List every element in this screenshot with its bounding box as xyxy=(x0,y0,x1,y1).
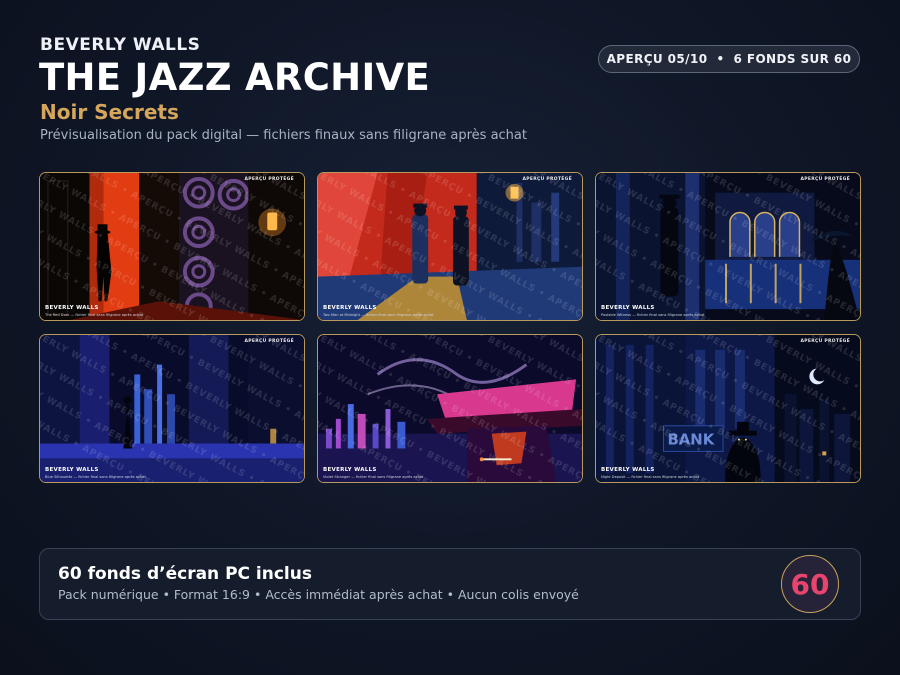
protected-preview-tag: APERÇU PROTÉGÉ xyxy=(244,339,294,344)
collection-subtitle: Noir Secrets xyxy=(40,100,179,124)
card-brand: BEVERLY WALLS xyxy=(323,467,377,473)
card-brand: BEVERLY WALLS xyxy=(601,467,655,473)
preview-grid: BEVERLY WALLS • APERÇU • BEVERLY WALLS •… xyxy=(39,172,861,484)
card-brand: BEVERLY WALLS xyxy=(323,305,377,311)
bank-sign-text: BANK xyxy=(667,432,714,449)
protected-preview-tag: APERÇU PROTÉGÉ xyxy=(800,339,850,344)
card-brand: BEVERLY WALLS xyxy=(601,305,655,311)
pack-details: Pack numérique • Format 16:9 • Accès imm… xyxy=(58,587,579,602)
card-caption: Blue Silhouette — fichier final sans fil… xyxy=(45,475,146,479)
preview-counter: APERÇU 05/10 xyxy=(606,52,708,66)
wallpaper-card-6[interactable]: BANK BEVERLY WALLS • APERÇU • BEVERLY WA… xyxy=(595,334,861,483)
wallpaper-card-3[interactable]: BEVERLY WALLS • APERÇU • BEVERLY WALLS •… xyxy=(595,172,861,321)
wallpaper-art-blue-silhouette xyxy=(40,335,304,482)
card-caption: The Red Door — fichier final sans filigr… xyxy=(45,313,143,317)
preview-badge: APERÇU 05/10 • 6 FONDS SUR 60 xyxy=(598,45,860,73)
protected-preview-tag: APERÇU PROTÉGÉ xyxy=(800,177,850,182)
wallpaper-count-label: 6 FONDS SUR 60 xyxy=(733,52,852,66)
card-brand: BEVERLY WALLS xyxy=(45,305,99,311)
card-caption: Violet Stranger — fichier final sans fil… xyxy=(323,475,424,479)
card-brand: BEVERLY WALLS xyxy=(45,467,99,473)
pack-info-panel: 60 fonds d’écran PC inclus Pack numériqu… xyxy=(39,548,861,620)
wallpaper-art-two-men xyxy=(318,173,582,320)
brand-label: BEVERLY WALLS xyxy=(40,35,201,55)
badge-separator: • xyxy=(716,52,725,66)
protected-preview-tag: APERÇU PROTÉGÉ xyxy=(522,177,572,182)
protected-preview-tag: APERÇU PROTÉGÉ xyxy=(244,177,294,182)
card-caption: Night Deposit — fichier final sans filig… xyxy=(601,475,700,479)
wallpaper-card-2[interactable]: BEVERLY WALLS • APERÇU • BEVERLY WALLS •… xyxy=(317,172,583,321)
wallpaper-count-circle: 60 xyxy=(781,555,839,613)
preview-description: Prévisualisation du pack digital — fichi… xyxy=(40,128,527,143)
card-caption: Poolside Witness — fichier final sans fi… xyxy=(601,313,705,317)
wallpaper-art-red-door xyxy=(40,173,304,320)
page-title: THE JAZZ ARCHIVE xyxy=(39,56,431,99)
card-caption: Two Men at Midnight — fichier final sans… xyxy=(323,313,434,317)
wallpaper-art-poolside xyxy=(596,173,860,320)
wallpaper-card-4[interactable]: BEVERLY WALLS • APERÇU • BEVERLY WALLS •… xyxy=(39,334,305,483)
wallpaper-art-bank: BANK xyxy=(596,335,860,482)
wallpaper-art-violet-stranger xyxy=(318,335,582,482)
wallpaper-card-1[interactable]: BEVERLY WALLS • APERÇU • BEVERLY WALLS •… xyxy=(39,172,305,321)
wallpaper-card-5[interactable]: BEVERLY WALLS • APERÇU • BEVERLY WALLS •… xyxy=(317,334,583,483)
pack-title: 60 fonds d’écran PC inclus xyxy=(58,564,312,584)
